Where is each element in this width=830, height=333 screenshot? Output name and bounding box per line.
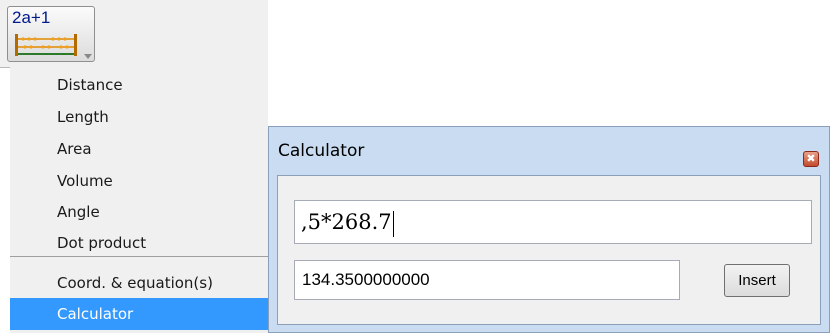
toolbar: 2a+1 [0, 0, 268, 68]
dialog-title: Calculator [278, 141, 365, 161]
menu-item-coord-equations[interactable]: Coord. & equation(s) [10, 267, 268, 299]
menu-item-angle[interactable]: Angle [10, 196, 268, 228]
menu-item-dot-product[interactable]: Dot product [10, 227, 268, 259]
expression-text: ,5*268.7 [301, 210, 392, 234]
expression-input[interactable]: ,5*268.7 [294, 200, 812, 244]
measurement-ruler-icon [15, 34, 77, 56]
menu-item-volume[interactable]: Volume [10, 165, 268, 197]
menu-item-calculator[interactable]: Calculator [10, 298, 268, 330]
result-field[interactable]: 134.3500000000 [294, 260, 680, 300]
dialog-body: ,5*268.7 134.3500000000 Insert [277, 175, 821, 325]
menu-item-length[interactable]: Length [10, 101, 268, 133]
insert-button[interactable]: Insert [724, 264, 790, 297]
text-caret [392, 210, 394, 237]
tool-label: 2a+1 [12, 8, 51, 27]
close-icon[interactable]: ✖ [803, 151, 819, 167]
calculator-dialog: Calculator ✖ ,5*268.7 134.3500000000 Ins… [268, 126, 830, 333]
menu-separator [10, 256, 268, 257]
menu-item-distance[interactable]: Distance [10, 69, 268, 101]
measurement-tool-button[interactable]: 2a+1 [7, 6, 95, 62]
dropdown-arrow-icon[interactable] [84, 54, 92, 59]
measurement-menu: Distance Length Area Volume Angle Dot pr… [10, 67, 268, 333]
menu-item-area[interactable]: Area [10, 133, 268, 165]
